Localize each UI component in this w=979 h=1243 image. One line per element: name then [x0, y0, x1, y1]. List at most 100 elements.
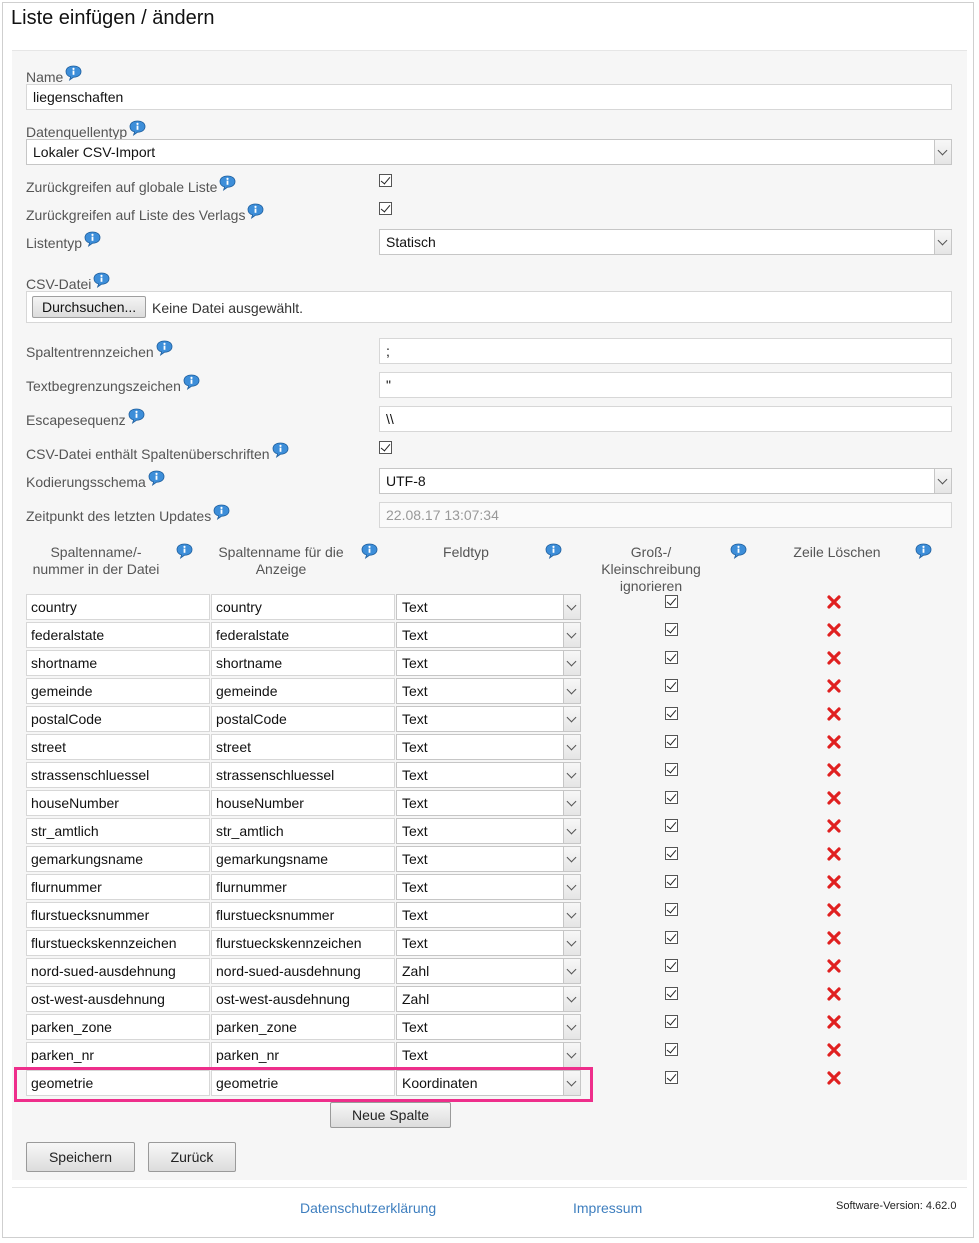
delete-row-icon[interactable] [827, 595, 841, 609]
info-icon[interactable] [128, 408, 145, 424]
info-icon[interactable] [129, 120, 146, 136]
source-column-input[interactable]: flurnummer [26, 874, 210, 900]
info-icon[interactable] [93, 272, 110, 288]
global-fallback-checkbox[interactable] [379, 174, 392, 187]
back-button[interactable]: Zurück [148, 1142, 236, 1172]
delete-row-icon[interactable] [827, 1071, 841, 1085]
info-icon[interactable] [247, 203, 264, 219]
delete-row-icon[interactable] [827, 875, 841, 889]
delete-row-icon[interactable] [827, 763, 841, 777]
delete-row-icon[interactable] [827, 791, 841, 805]
text-delimiter-input[interactable]: " [379, 372, 952, 398]
delete-row-icon[interactable] [827, 987, 841, 1001]
source-column-input[interactable]: shortname [26, 650, 210, 676]
info-icon[interactable] [156, 340, 173, 356]
ignore-case-checkbox[interactable] [665, 1015, 678, 1028]
imprint-link[interactable]: Impressum [573, 1200, 642, 1216]
field-type-select[interactable]: Text [396, 650, 581, 676]
ignore-case-checkbox[interactable] [665, 1071, 678, 1084]
delete-row-icon[interactable] [827, 959, 841, 973]
privacy-link[interactable]: Datenschutzerklärung [300, 1200, 436, 1216]
save-button[interactable]: Speichern [26, 1142, 135, 1172]
source-column-input[interactable]: geometrie [26, 1070, 210, 1096]
ignore-case-checkbox[interactable] [665, 679, 678, 692]
display-column-input[interactable]: geometrie [211, 1070, 395, 1096]
browse-button[interactable]: Durchsuchen... [32, 296, 147, 318]
source-column-input[interactable]: flurstueckskennzeichen [26, 930, 210, 956]
delete-row-icon[interactable] [827, 707, 841, 721]
source-column-input[interactable]: strassenschluessel [26, 762, 210, 788]
field-type-select[interactable]: Zahl [396, 958, 581, 984]
field-type-select[interactable]: Text [396, 734, 581, 760]
delete-row-icon[interactable] [827, 931, 841, 945]
has-headers-checkbox[interactable] [379, 441, 392, 454]
encoding-select[interactable]: UTF-8 [379, 468, 952, 494]
field-type-select[interactable]: Text [396, 678, 581, 704]
ignore-case-checkbox[interactable] [665, 707, 678, 720]
source-column-input[interactable]: flurstuecksnummer [26, 902, 210, 928]
info-icon[interactable] [176, 543, 193, 559]
source-column-input[interactable]: ost-west-ausdehnung [26, 986, 210, 1012]
source-column-input[interactable]: federalstate [26, 622, 210, 648]
info-icon[interactable] [545, 543, 562, 559]
source-column-input[interactable]: str_amtlich [26, 818, 210, 844]
field-type-select[interactable]: Text [396, 706, 581, 732]
info-icon[interactable] [272, 442, 289, 458]
display-column-input[interactable]: flurstuecksnummer [211, 902, 395, 928]
ignore-case-checkbox[interactable] [665, 819, 678, 832]
field-type-select[interactable]: Text [396, 1042, 581, 1068]
source-column-input[interactable]: gemarkungsname [26, 846, 210, 872]
delete-row-icon[interactable] [827, 735, 841, 749]
display-column-input[interactable]: flurnummer [211, 874, 395, 900]
display-column-input[interactable]: parken_zone [211, 1014, 395, 1040]
display-column-input[interactable]: flurstueckskennzeichen [211, 930, 395, 956]
delete-row-icon[interactable] [827, 1043, 841, 1057]
info-icon[interactable] [213, 504, 230, 520]
datasource-type-select[interactable]: Lokaler CSV-Import [26, 139, 952, 165]
display-column-input[interactable]: street [211, 734, 395, 760]
delete-row-icon[interactable] [827, 819, 841, 833]
ignore-case-checkbox[interactable] [665, 651, 678, 664]
display-column-input[interactable]: gemarkungsname [211, 846, 395, 872]
source-column-input[interactable]: country [26, 594, 210, 620]
info-icon[interactable] [84, 231, 101, 247]
display-column-input[interactable]: postalCode [211, 706, 395, 732]
delete-row-icon[interactable] [827, 847, 841, 861]
info-icon[interactable] [65, 65, 82, 81]
escape-sequence-input[interactable]: \\ [379, 406, 952, 432]
display-column-input[interactable]: nord-sued-ausdehnung [211, 958, 395, 984]
display-column-input[interactable]: gemeinde [211, 678, 395, 704]
info-icon[interactable] [361, 543, 378, 559]
ignore-case-checkbox[interactable] [665, 903, 678, 916]
ignore-case-checkbox[interactable] [665, 959, 678, 972]
ignore-case-checkbox[interactable] [665, 791, 678, 804]
column-separator-input[interactable]: ; [379, 338, 952, 364]
info-icon[interactable] [148, 470, 165, 486]
field-type-select[interactable]: Zahl [396, 986, 581, 1012]
field-type-select[interactable]: Text [396, 846, 581, 872]
ignore-case-checkbox[interactable] [665, 847, 678, 860]
list-type-select[interactable]: Statisch [379, 229, 952, 255]
info-icon[interactable] [730, 543, 747, 559]
delete-row-icon[interactable] [827, 651, 841, 665]
delete-row-icon[interactable] [827, 1015, 841, 1029]
display-column-input[interactable]: shortname [211, 650, 395, 676]
display-column-input[interactable]: houseNumber [211, 790, 395, 816]
source-column-input[interactable]: street [26, 734, 210, 760]
field-type-select[interactable]: Text [396, 762, 581, 788]
publisher-fallback-checkbox[interactable] [379, 202, 392, 215]
source-column-input[interactable]: parken_nr [26, 1042, 210, 1068]
source-column-input[interactable]: houseNumber [26, 790, 210, 816]
ignore-case-checkbox[interactable] [665, 987, 678, 1000]
field-type-select[interactable]: Text [396, 622, 581, 648]
field-type-select[interactable]: Text [396, 1014, 581, 1040]
field-type-select[interactable]: Text [396, 818, 581, 844]
source-column-input[interactable]: gemeinde [26, 678, 210, 704]
display-column-input[interactable]: ost-west-ausdehnung [211, 986, 395, 1012]
field-type-select[interactable]: Text [396, 594, 581, 620]
ignore-case-checkbox[interactable] [665, 735, 678, 748]
delete-row-icon[interactable] [827, 623, 841, 637]
field-type-select[interactable]: Text [396, 790, 581, 816]
ignore-case-checkbox[interactable] [665, 763, 678, 776]
ignore-case-checkbox[interactable] [665, 875, 678, 888]
